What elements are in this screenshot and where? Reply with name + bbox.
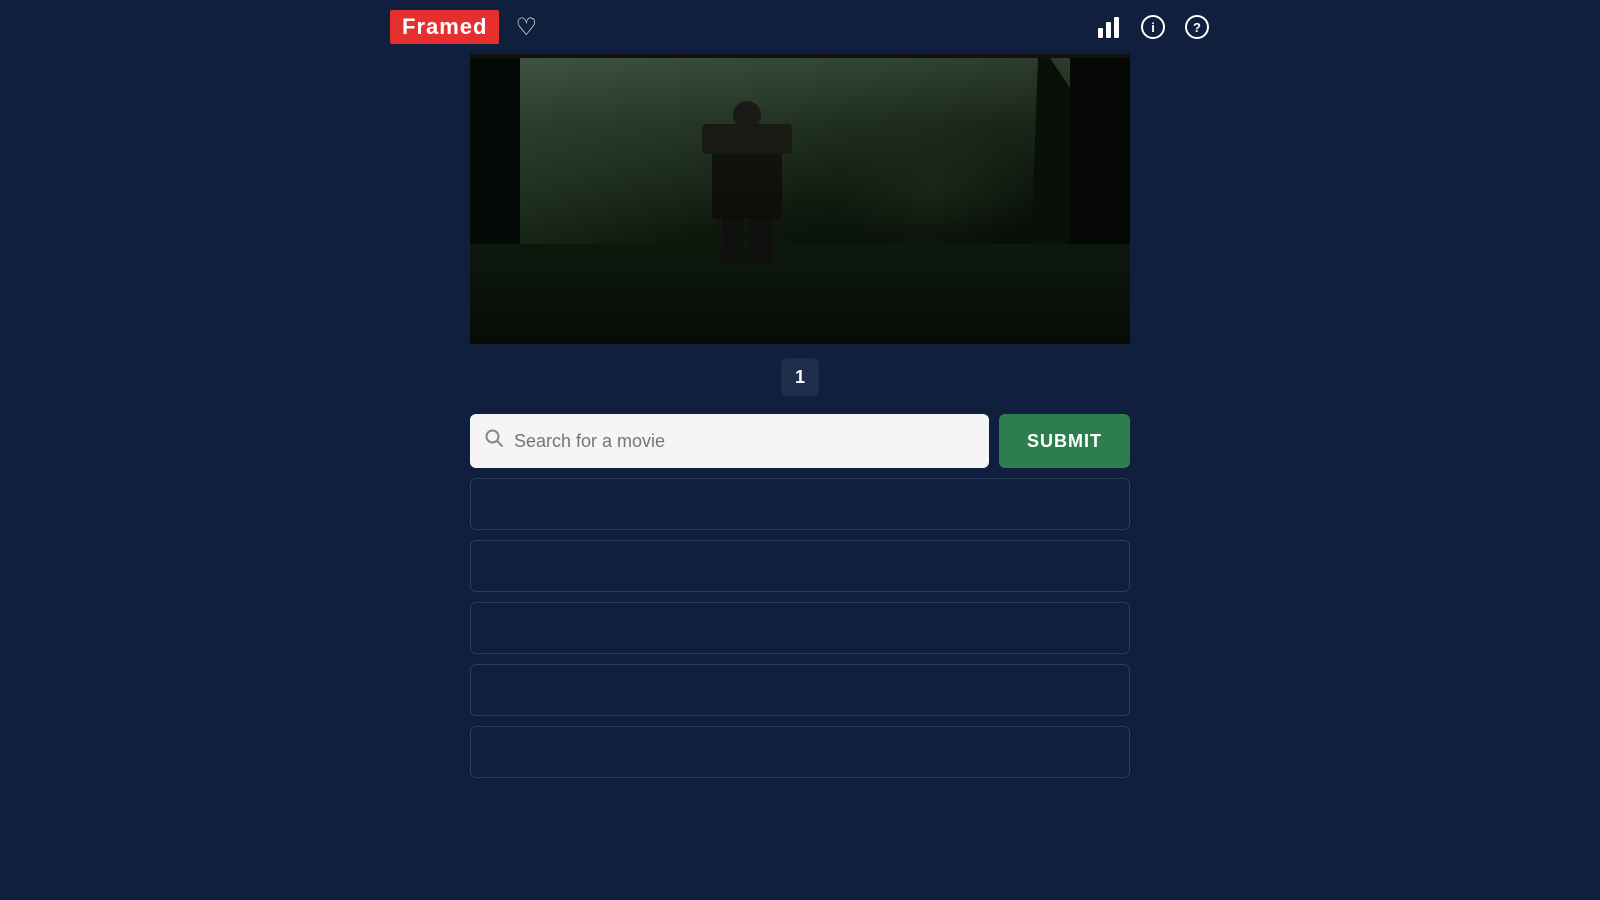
help-icon[interactable]: ? [1184,14,1210,40]
submit-button[interactable]: SUBMIT [999,414,1130,468]
header: Framed ♡ i ? [0,0,1600,54]
main-content: 1 SUBMIT [470,54,1130,778]
info-icon[interactable]: i [1140,14,1166,40]
header-left: Framed ♡ [390,10,537,44]
search-area: SUBMIT [470,414,1130,778]
figure [712,101,782,264]
guess-slot-1 [470,478,1130,530]
movie-frame [470,54,1130,344]
figure-legs [712,219,782,264]
guess-slot-5 [470,726,1130,778]
stats-icon[interactable] [1096,14,1122,40]
frame-number: 1 [781,358,819,396]
search-row: SUBMIT [470,414,1130,468]
figure-leg-right [750,219,772,264]
guess-slot-2 [470,540,1130,592]
svg-text:?: ? [1193,20,1201,35]
search-icon [484,428,504,454]
guess-slot-3 [470,602,1130,654]
header-right: i ? [1096,14,1210,40]
heart-icon[interactable]: ♡ [515,13,537,42]
search-input[interactable] [514,431,975,452]
guess-slot-4 [470,664,1130,716]
figure-body [712,129,782,219]
scene [470,58,1130,344]
search-input-wrapper[interactable] [470,414,989,468]
logo: Framed [390,10,499,44]
figure-leg-left [722,219,744,264]
svg-text:i: i [1151,20,1155,35]
ground [470,244,1130,344]
bg-light [833,115,1033,265]
